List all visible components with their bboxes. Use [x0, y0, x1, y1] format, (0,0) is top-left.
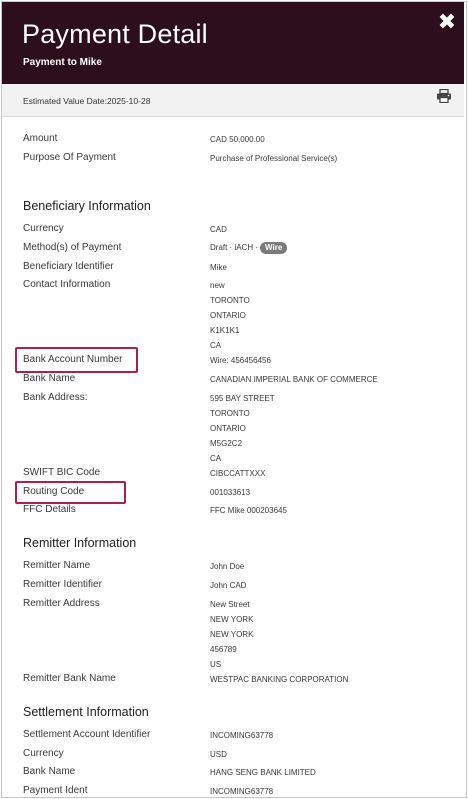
bank-account-value: Wire: 456456456 — [210, 356, 271, 365]
bank-name-value: CANADIAN IMPERIAL BANK OF COMMERCE — [210, 375, 378, 384]
purpose-label: Purpose Of Payment — [23, 152, 116, 163]
bank-address-line: M5G2C2 — [210, 439, 243, 448]
remitter-heading: Remitter Information — [23, 536, 137, 550]
amount-label: Amount — [23, 133, 58, 144]
bank-address-line: 595 BAY STREET — [210, 394, 275, 403]
beneficiary-identifier-value: Mike — [210, 263, 227, 272]
contact-line: ONTARIO — [210, 311, 246, 320]
payment-ident-label: Payment Ident — [23, 785, 88, 796]
currency-value: CAD — [210, 225, 227, 234]
remitter-identifier-value: John CAD — [210, 581, 247, 590]
amount-value: CAD 50,000.00 — [210, 135, 265, 144]
swift-label: SWIFT BIC Code — [23, 467, 101, 478]
method-value: Draft · iACH · Wire — [210, 242, 288, 254]
contact-label: Contact Information — [23, 279, 111, 290]
remitter-address-line: New Street — [210, 600, 250, 609]
beneficiary-identifier-label: Beneficiary Identifier — [23, 261, 114, 272]
remitter-address-line: 456789 — [210, 645, 237, 654]
contact-line: K1K1K1 — [210, 326, 240, 335]
settlement-currency-label: Currency — [23, 748, 64, 759]
payment-ident-value: INCOMING63778 — [210, 787, 274, 796]
remitter-name-value: John Doe — [210, 562, 245, 571]
remitter-address-label: Remitter Address — [23, 598, 100, 609]
bank-name-label: Bank Name — [23, 373, 76, 384]
bank-address-label: Bank Address: — [23, 392, 88, 403]
wire-badge: Wire — [260, 242, 288, 254]
settlement-account-value: INCOMING63778 — [210, 731, 274, 740]
remitter-bank-name-value: WESTPAC BANKING CORPORATION — [210, 675, 349, 684]
settlement-heading: Settlement Information — [23, 705, 149, 719]
ffc-label: FFC Details — [23, 504, 76, 515]
currency-label: Currency — [23, 223, 64, 234]
beneficiary-heading: Beneficiary Information — [23, 199, 151, 213]
bank-address-line: ONTARIO — [210, 424, 246, 433]
purpose-value: Purchase of Professional Service(s) — [210, 154, 338, 163]
detail-content: Amount CAD 50,000.00 Purpose Of Payment … — [0, 0, 468, 799]
remitter-address-line: US — [210, 660, 222, 669]
ffc-value: FFC Mike 000203645 — [210, 506, 287, 515]
method-label: Method(s) of Payment — [23, 242, 122, 253]
remitter-bank-name-label: Remitter Bank Name — [23, 673, 116, 684]
contact-line: new — [210, 281, 225, 290]
remitter-address-line: NEW YORK — [210, 615, 254, 624]
settlement-bank-name-label: Bank Name — [23, 766, 76, 777]
remitter-identifier-label: Remitter Identifier — [23, 579, 102, 590]
remitter-address-line: NEW YORK — [210, 630, 254, 639]
settlement-currency-value: USD — [210, 750, 227, 759]
bank-address-line: TORONTO — [210, 409, 250, 418]
swift-value: CIBCCATTXXX — [210, 469, 266, 478]
settlement-bank-name-value: HANG SENG BANK LIMITED — [210, 768, 316, 777]
contact-line: CA — [210, 341, 222, 350]
settlement-account-label: Settlement Account Identifier — [23, 729, 151, 740]
contact-line: TORONTO — [210, 296, 250, 305]
remitter-name-label: Remitter Name — [23, 560, 91, 571]
routing-code-label: Routing Code — [23, 486, 85, 497]
bank-account-label: Bank Account Number — [23, 354, 123, 365]
method-text: Draft · iACH · — [210, 243, 258, 252]
routing-code-value: 001033613 — [210, 488, 251, 497]
bank-address-line: CA — [210, 454, 222, 463]
